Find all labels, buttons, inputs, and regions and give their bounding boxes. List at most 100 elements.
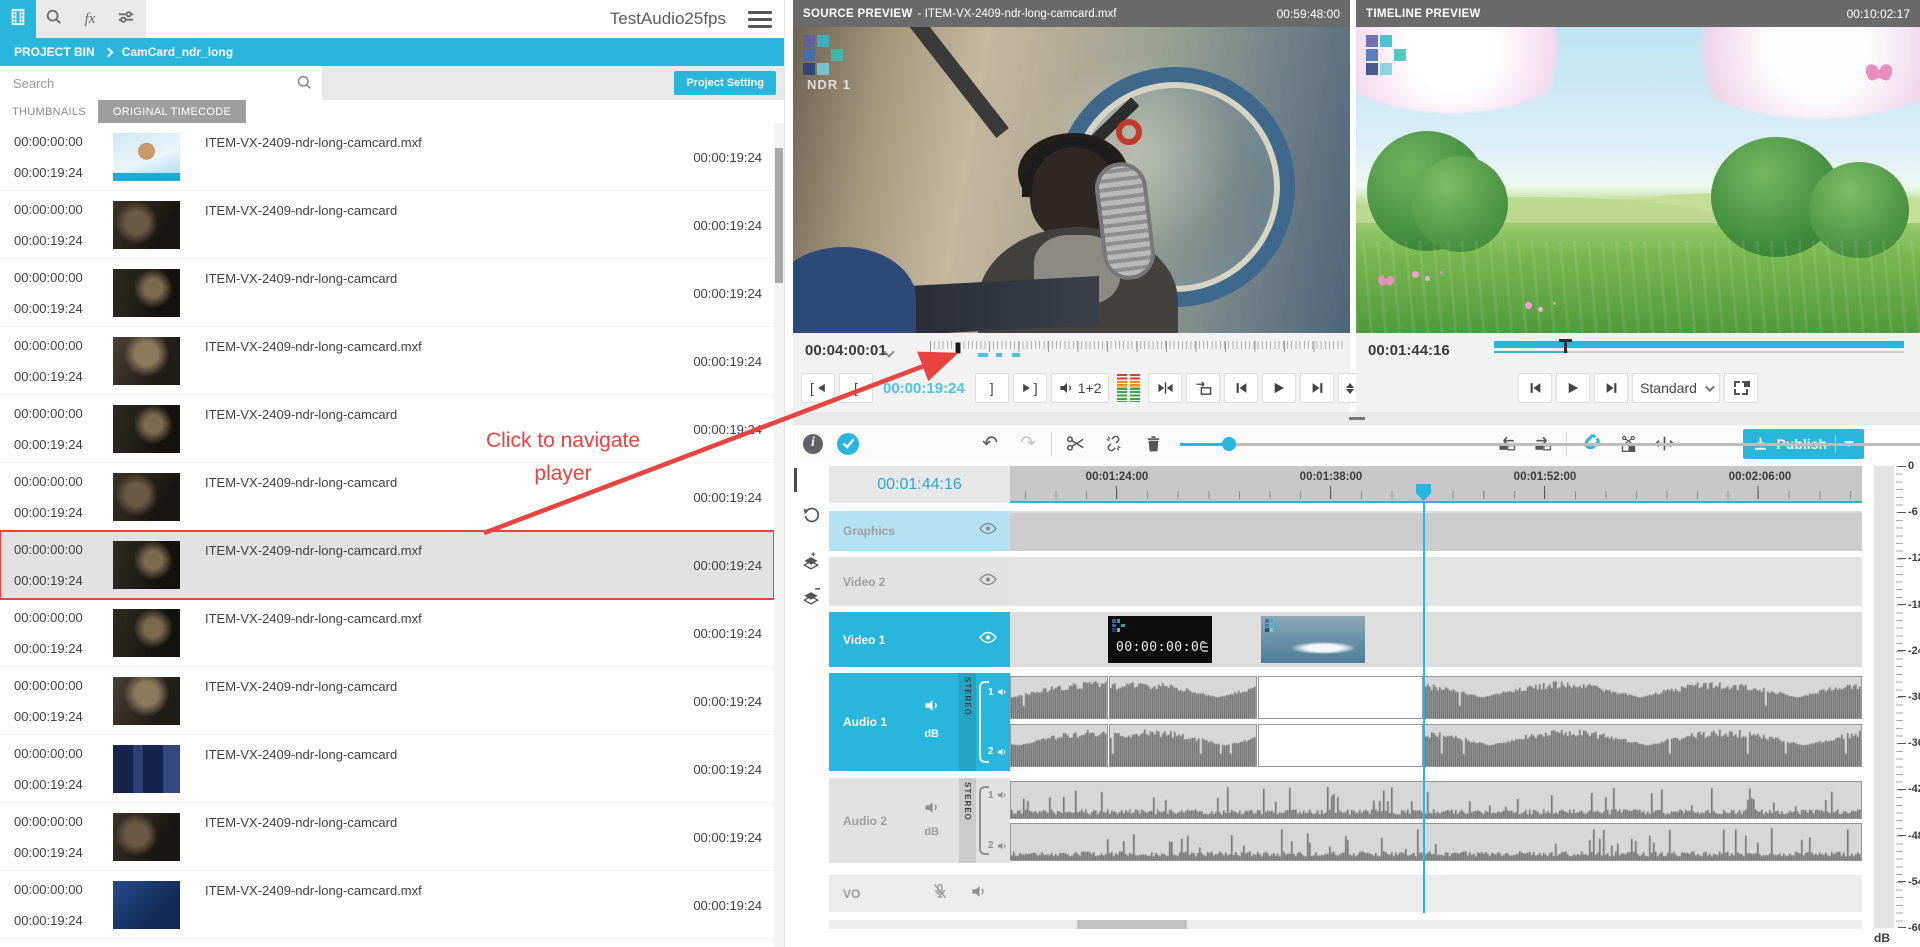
timeline-progress-bar[interactable] [1494,341,1904,357]
zoom-slider-knob[interactable] [1222,437,1236,451]
next-frame-button[interactable] [1300,373,1334,403]
track-header-video2[interactable]: Video 2 [829,557,1010,606]
channel-2[interactable]: 2 [988,840,1008,851]
search-input[interactable] [0,66,322,100]
track-content-video1[interactable]: 00:00:00:00 [1010,612,1862,667]
tab-original-timecode[interactable]: ORIGINAL TIMECODE [98,100,246,123]
go-to-out-button[interactable]: ] [1013,373,1047,403]
track-header-vo[interactable]: VO [829,875,1010,912]
hamburger-menu-icon[interactable] [748,8,772,30]
audio2-channel2-lane[interactable] [1010,823,1862,861]
undo-button[interactable]: ↶ [977,431,1003,457]
media-bin-tab[interactable] [0,0,36,38]
timeline-horizontal-scrollbar[interactable] [829,920,1862,929]
audio-clip-silent[interactable] [1258,676,1423,719]
speaker-icon[interactable] [924,698,941,718]
list-item[interactable]: 00:00:00:00 00:00:19:24 ITEM-VX-2409-ndr… [0,531,774,599]
search-tab[interactable] [36,0,72,38]
db-toggle[interactable]: dB [924,728,939,740]
bin-scrollbar-thumb[interactable] [775,148,783,283]
timeline-video-frame[interactable] [1356,27,1920,333]
add-track-button[interactable] [799,548,823,572]
eye-icon[interactable] [978,522,998,540]
speaker-icon[interactable] [971,884,988,904]
bin-scrollbar[interactable] [774,123,784,947]
list-item[interactable]: 00:00:00:00 00:00:19:24 ITEM-VX-2409-ndr… [0,599,774,667]
previous-frame-button[interactable] [1224,373,1258,403]
redo-button[interactable]: ↷ [1015,431,1041,457]
list-item[interactable]: 00:00:00:00 00:00:19:24 ITEM-VX-2409-ndr… [0,871,774,939]
timeline-timecode-display[interactable]: 00:01:44:16 [829,466,1010,503]
list-item[interactable]: 00:00:00:00 00:00:19:24 ITEM-VX-2409-ndr… [0,463,774,531]
audio-clip[interactable] [1010,781,1862,819]
play-button[interactable] [1556,373,1590,403]
audio-clip[interactable] [1109,724,1257,767]
mic-muted-icon[interactable] [932,883,948,905]
list-item[interactable]: 00:00:00:00 00:00:19:24 ITEM-VX-2409-ndr… [0,191,774,259]
tab-thumbnails[interactable]: THUMBNAILS [0,100,98,123]
source-video-frame[interactable]: NDR 1 [793,27,1350,333]
breadcrumb-root[interactable]: PROJECT BIN [14,45,95,59]
list-item[interactable]: 00:00:00:00 00:00:19:24 ITEM-VX-2409-ndr… [0,123,774,191]
search-icon[interactable] [296,74,313,96]
audio1-channel2-lane[interactable] [1010,724,1862,767]
timeline-progress-playhead[interactable] [1564,339,1567,353]
play-button[interactable] [1262,373,1296,403]
db-toggle[interactable]: dB [924,826,939,838]
track-header-video1[interactable]: Video 1 [829,612,1010,667]
timeline-scrollbar-thumb[interactable] [1077,920,1187,929]
list-item[interactable]: 00:00:00:00 00:00:19:24 ITEM-VX-2409-ndr… [0,667,774,735]
mark-out-button[interactable]: ] [975,373,1009,403]
channel-1[interactable]: 1 [988,790,1008,801]
track-content-video2[interactable] [1010,557,1862,606]
track-content-graphics[interactable] [1010,511,1862,551]
track-content-vo[interactable] [1010,875,1862,912]
audio-clip-silent[interactable] [1258,724,1423,767]
audio-clip[interactable] [1109,676,1257,719]
audio2-channel1-lane[interactable] [1010,781,1862,819]
go-to-in-button[interactable]: [ [801,373,835,403]
channel-2[interactable]: 2 [988,746,1008,757]
source-scrubber[interactable] [930,341,1343,359]
audio-clip[interactable] [1010,676,1108,719]
video-clip-ocean[interactable] [1261,616,1365,663]
quality-select[interactable]: Standard [1632,373,1720,403]
unlink-button[interactable] [1100,431,1126,457]
timeline-zoom-slider[interactable] [1180,437,1480,451]
previous-frame-button[interactable] [1518,373,1552,403]
remove-track-button[interactable] [799,583,823,607]
list-item[interactable]: 00:00:00:00 00:00:19:24 ITEM-VX-2409-ndr… [0,327,774,395]
overwrite-button[interactable] [1186,373,1220,403]
audio-channels-button[interactable]: 1+2 [1051,373,1110,403]
source-playhead[interactable] [954,341,962,355]
audio1-channel1-lane[interactable] [1010,676,1862,719]
fullscreen-button[interactable] [1724,373,1758,403]
list-item[interactable]: 00:00:00:00 00:00:19:24 ITEM-VX-2409-ndr… [0,803,774,871]
timeline-ruler[interactable]: 00:01:24:00 00:01:38:00 00:01:52:00 00:0… [1010,466,1862,503]
eye-icon[interactable] [978,631,998,649]
timeline-vertical-scrollbar[interactable] [794,468,797,492]
effects-tab[interactable]: fx [72,0,108,38]
channel-1[interactable]: 1 [988,687,1008,698]
delete-button[interactable] [1140,431,1166,457]
reset-zoom-button[interactable] [799,502,823,526]
resize-handle[interactable] [1349,417,1365,420]
cut-button[interactable] [1062,431,1088,457]
audio-clip[interactable] [1424,724,1862,767]
mark-in-button[interactable]: [ [839,373,873,403]
track-header-audio1[interactable]: Audio 1 dB STEREO 1 2 [829,673,1010,771]
next-frame-button[interactable] [1594,373,1628,403]
audio-clip[interactable] [1424,676,1862,719]
info-icon[interactable] [803,434,823,454]
track-header-graphics[interactable]: Graphics [829,511,1010,551]
eye-icon[interactable] [978,573,998,591]
autosave-check-icon[interactable] [837,433,859,455]
track-header-audio2[interactable]: Audio 2 dB STEREO 1 2 [829,778,1010,863]
audio-clip[interactable] [1010,724,1108,767]
settings-tab[interactable] [108,0,144,38]
video-clip-countdown[interactable]: 00:00:00:00 [1108,616,1212,663]
audio-clip[interactable] [1010,823,1862,861]
speaker-icon[interactable] [924,800,941,820]
list-item[interactable]: 00:00:00:00 00:00:19:24 ITEM-VX-2409-ndr… [0,735,774,803]
trim-mode-button[interactable] [1148,373,1182,403]
